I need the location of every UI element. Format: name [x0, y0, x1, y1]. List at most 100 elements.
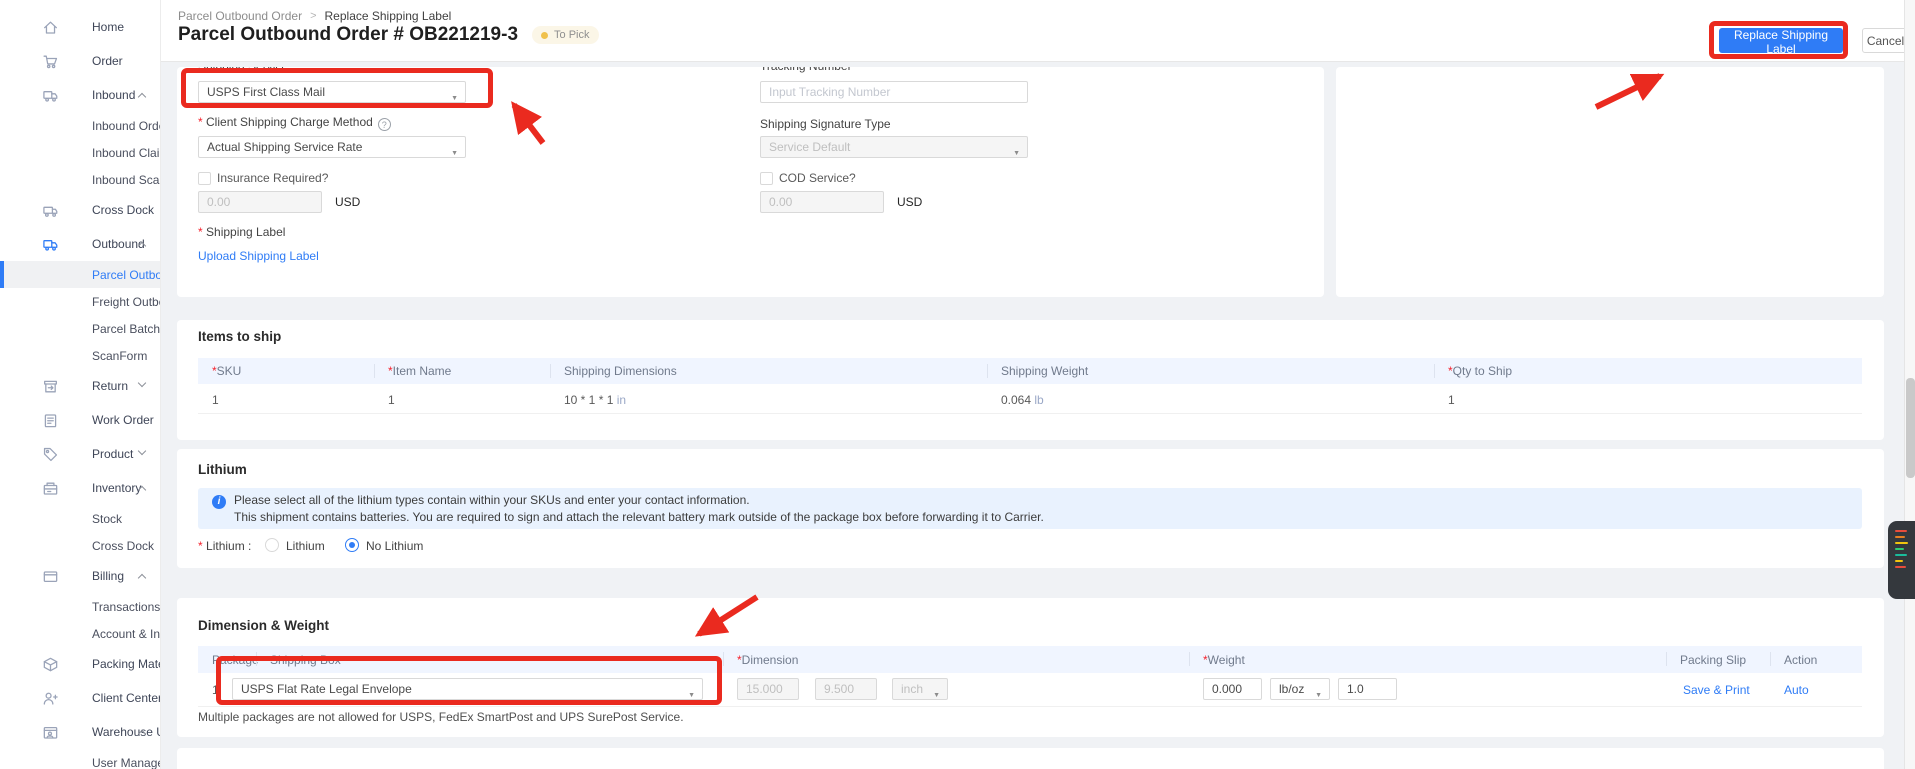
save-print-link[interactable]: Save & Print — [1683, 683, 1750, 697]
insurance-checkbox[interactable] — [198, 172, 211, 185]
column-header-shipping-dimensions: Shipping Dimensions — [564, 364, 677, 378]
dimension-unit-select[interactable]: inch ▼ — [892, 678, 948, 700]
sidebar-item-parcel-batches[interactable]: Parcel Batches — [0, 315, 160, 342]
column-header-qty-to-ship: Qty to Ship — [1448, 358, 1512, 384]
sidebar-item-label: Outbound — [92, 237, 145, 251]
cell-sku: 1 — [212, 393, 219, 407]
sidebar-item-billing[interactable]: Billing — [0, 559, 160, 593]
signature-type-select[interactable]: Service Default ▼ — [760, 136, 1028, 158]
column-header-shipping-box: Shipping Box — [270, 652, 341, 667]
cod-amount-input[interactable] — [760, 191, 884, 213]
lithium-radio[interactable] — [265, 538, 279, 552]
workorder-icon — [42, 412, 59, 429]
dimension-width-input[interactable] — [815, 678, 877, 700]
sidebar-item-inventory[interactable]: Inventory — [0, 471, 160, 505]
sidebar-item-inbound-claim[interactable]: Inbound Claim — [0, 139, 160, 166]
sidebar-item-label: Product — [92, 447, 134, 461]
insurance-amount-input[interactable] — [198, 191, 322, 213]
shipping-service-select[interactable]: USPS First Class Mail ▼ — [198, 81, 466, 103]
sidebar-item-transactions[interactable]: Transactions — [0, 593, 160, 620]
sidebar-item-order[interactable]: Order — [0, 44, 160, 78]
charge-method-select[interactable]: Actual Shipping Service Rate ▼ — [198, 136, 466, 158]
stripe — [1895, 530, 1907, 532]
stripe — [1895, 548, 1904, 550]
product-icon — [42, 446, 59, 463]
sidebar-item-label: Cross Dock — [92, 538, 155, 553]
weight-unit-select[interactable]: lb/oz ▼ — [1270, 678, 1330, 700]
sidebar-item-home[interactable]: Home — [0, 10, 160, 44]
status-dot-icon — [541, 31, 549, 39]
sidebar-item-label: Packing Material — [92, 657, 160, 671]
title-row: Parcel Outbound Order # OB221219-3 To Pi… — [178, 24, 600, 46]
cancel-button[interactable]: Cancel — [1862, 28, 1909, 53]
sidebar-item-cross-dock[interactable]: Cross Dock — [0, 193, 160, 227]
page-title: Parcel Outbound Order # OB221219-3 — [178, 24, 519, 45]
no-lithium-radio[interactable] — [345, 538, 359, 552]
sidebar-item-inbound-scan[interactable]: Inbound Scan — [0, 166, 160, 193]
sidebar-item-user-management[interactable]: User Management — [0, 749, 160, 769]
weight-factor-input[interactable] — [1338, 678, 1397, 700]
tracking-number-input[interactable] — [760, 81, 1028, 103]
breadcrumb-parcel-outbound-order[interactable]: Parcel Outbound Order — [178, 9, 302, 23]
replace-shipping-label-button[interactable]: Replace Shipping Label — [1719, 28, 1843, 56]
sidebar-item-freight-outbound-order[interactable]: Freight Outbound Order — [0, 288, 160, 315]
lithium-field-label: Lithium : — [198, 539, 251, 553]
sidebar-item-label: Account & Invoice — [92, 626, 161, 641]
sidebar-item-scanform[interactable]: ScanForm — [0, 342, 160, 369]
column-header-packing-slip: Packing Slip — [1680, 652, 1747, 667]
chevron-up-icon — [137, 92, 147, 102]
tracking-number-label: Tracking Number — [760, 67, 852, 73]
multi-package-note: Multiple packages are not allowed for US… — [198, 710, 684, 724]
sidebar-item-label: Inbound Claim — [92, 145, 160, 160]
column-divider — [723, 652, 724, 666]
sidebar-item-stock[interactable]: Stock — [0, 505, 160, 532]
browser-extension-edge-widget[interactable] — [1888, 521, 1915, 599]
scrollbar-thumb[interactable] — [1906, 378, 1915, 478]
sidebar-item-client-center[interactable]: Client Center — [0, 681, 160, 715]
order-icon — [42, 53, 59, 70]
weight-input[interactable] — [1203, 678, 1262, 700]
sidebar-item-packing-material[interactable]: Packing Material — [0, 647, 160, 681]
lithium-radio-label[interactable]: Lithium — [286, 539, 325, 553]
no-lithium-radio-label[interactable]: No Lithium — [366, 539, 423, 553]
column-divider — [1189, 652, 1190, 666]
column-divider — [1666, 652, 1667, 666]
dimension-length-input[interactable] — [737, 678, 799, 700]
sidebar-item-account-invoice[interactable]: Account & Invoice — [0, 620, 160, 647]
chevron-down-icon: ▼ — [451, 95, 458, 102]
cell-item-name: 1 — [388, 393, 395, 407]
chevron-down-icon — [137, 378, 147, 388]
sidebar-item-parcel-outbound-order[interactable]: Parcel Outbound Order — [0, 261, 160, 288]
sidebar-item-product[interactable]: Product — [0, 437, 160, 471]
chevron-down-icon — [137, 446, 147, 456]
column-header-shipping-weight: Shipping Weight — [1001, 364, 1089, 378]
sidebar-item-work-order[interactable]: Work Order — [0, 403, 160, 437]
sidebar-item-label: Work Order — [92, 413, 154, 427]
sidebar-item-cross-dock[interactable]: Cross Dock — [0, 532, 160, 559]
sidebar-item-return[interactable]: Return — [0, 369, 160, 403]
column-divider — [550, 364, 551, 378]
breadcrumb-replace-shipping-label: Replace Shipping Label — [324, 9, 452, 23]
help-icon[interactable]: ? — [377, 118, 391, 131]
cod-checkbox[interactable] — [760, 172, 773, 185]
weight-unit-value: lb/oz — [1279, 682, 1305, 696]
sidebar-item-label: Home — [92, 20, 125, 34]
sidebar-item-inbound[interactable]: Inbound — [0, 78, 160, 112]
column-header-dimension: Dimension — [737, 646, 799, 673]
shipping-label-label: Shipping Label — [198, 225, 285, 239]
column-header-sku: SKU — [212, 358, 242, 384]
stripe — [1895, 536, 1905, 538]
scrollbar-track[interactable] — [1904, 0, 1915, 769]
upload-shipping-label-link[interactable]: Upload Shipping Label — [198, 249, 319, 263]
shipping-box-value: USPS Flat Rate Legal Envelope — [241, 682, 412, 696]
chevron-down-icon: ▼ — [688, 692, 695, 699]
auto-action-link[interactable]: Auto — [1784, 683, 1809, 697]
items-table-header: SKU Item Name Shipping Dimensions Shipping … — [198, 358, 1862, 384]
sidebar-item-outbound[interactable]: Outbound — [0, 227, 160, 261]
cell-qty: 1 — [1448, 393, 1455, 407]
sidebar-item-warehouse-users[interactable]: Warehouse Users — [0, 715, 160, 749]
shipping-box-select[interactable]: USPS Flat Rate Legal Envelope ▼ — [232, 678, 703, 700]
sidebar-item-inbound-order[interactable]: Inbound Order — [0, 112, 160, 139]
lithium-title: Lithium — [198, 462, 247, 477]
sidebar-item-label: ScanForm — [92, 348, 148, 363]
